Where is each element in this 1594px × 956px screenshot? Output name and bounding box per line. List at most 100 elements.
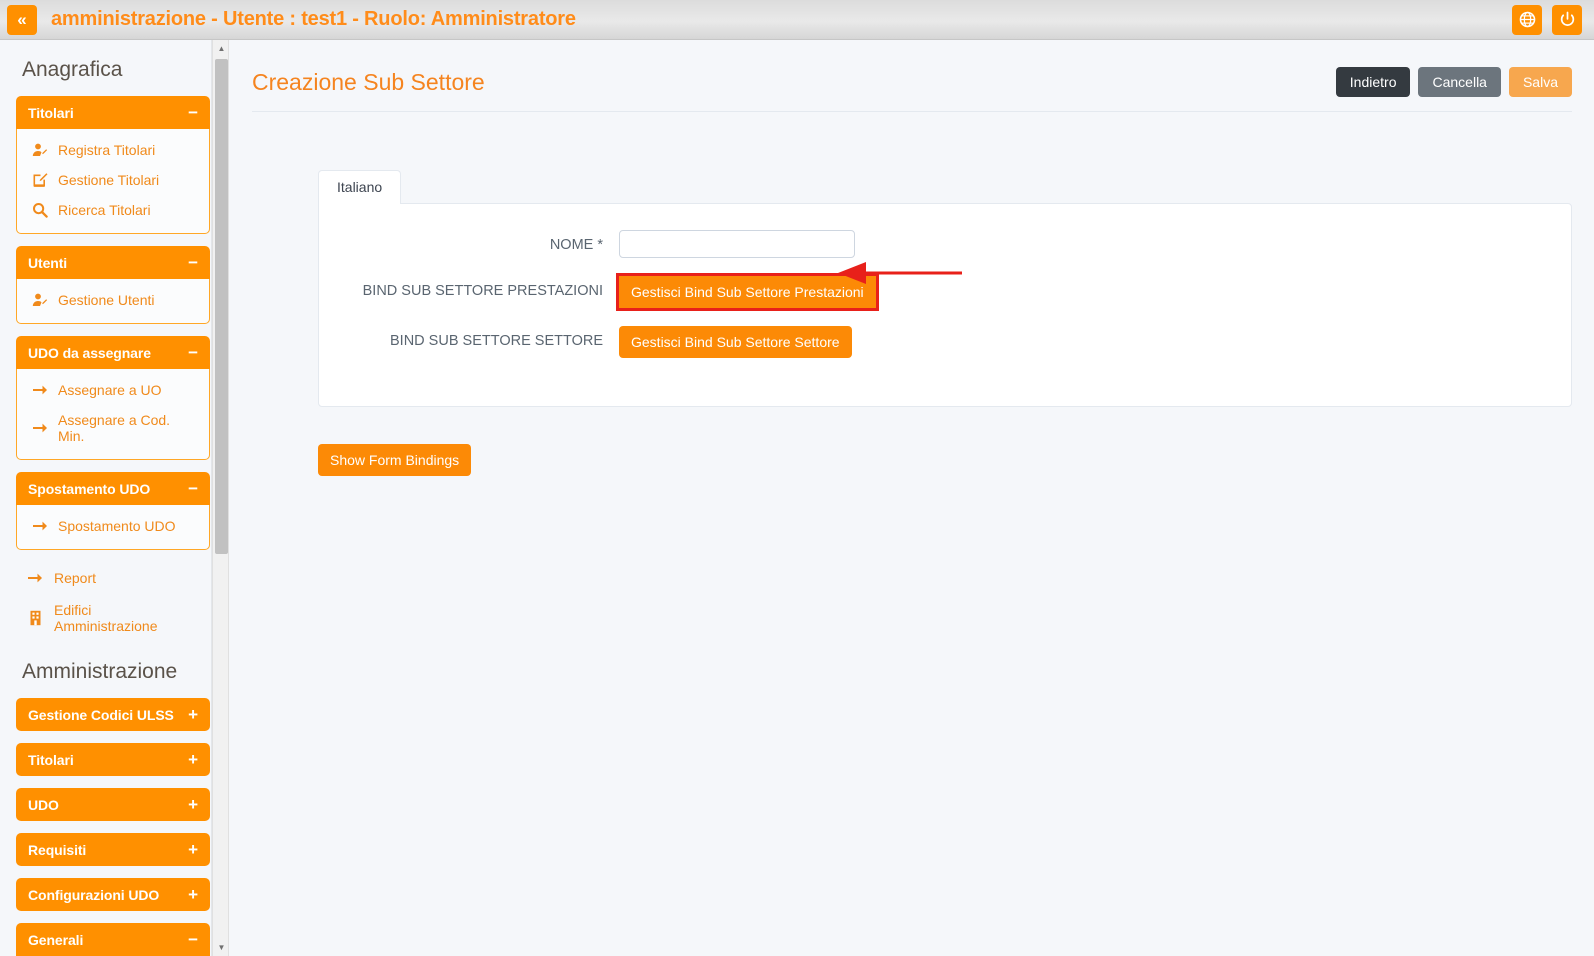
sidebar-item-gestione-titolari[interactable]: Gestione Titolari [17,165,209,195]
sidebar-panel-header-udo[interactable]: UDO + [16,788,210,821]
sidebar-panel-body-titolari: Registra Titolari Gestione Titolari Rice… [16,129,210,234]
sidebar-panel-header-utenti[interactable]: Utenti − [16,246,210,279]
logout-button[interactable] [1552,4,1582,35]
sidebar-item-label: Assegnare a UO [58,382,162,398]
sidebar-item-ricerca-titolari[interactable]: Ricerca Titolari [17,195,209,225]
sidebar-panel-label: Utenti [28,254,68,271]
chevron-double-left-icon: « [17,10,27,29]
form-label-bind-sub-settore-prestazioni: BIND SUB SETTORE PRESTAZIONI [362,283,603,299]
sidebar-panel-label: UDO da assegnare [28,344,151,361]
sidebar-panel-header-spostamento-udo[interactable]: Spostamento UDO − [16,472,210,505]
scroll-up-arrow[interactable]: ▲ [213,40,230,57]
sidebar-panel-label: Spostamento UDO [28,480,151,497]
sidebar-item-assegnare-a-cod-min[interactable]: Assegnare a Cod. Min. [17,405,209,451]
sidebar-panel-spostamento-udo: Spostamento UDO − Spostamento UDO [16,472,210,550]
sidebar-section-title-anagrafica: Anagrafica [22,58,123,81]
sidebar-panel-udo-da-assegnare: UDO da assegnare − Assegnare a UO Assegn… [16,336,210,460]
form-row-bind-sub-settore-prestazioni: BIND SUB SETTORE PRESTAZIONI Gestisci Bi… [319,273,1571,311]
arrow-right-icon [31,383,49,397]
page-action-buttons: Indietro Cancella Salva [1335,67,1572,97]
sidebar-panel-label: Requisiti [28,841,87,858]
globe-icon [1519,11,1535,28]
user-add-icon [31,292,49,308]
sidebar-panel-titolari: Titolari − Registra Titolari Gestione Ti… [16,96,210,234]
indietro-button[interactable]: Indietro [1335,67,1411,97]
sidebar-item-label: Report [54,570,97,586]
scroll-down-arrow[interactable]: ▼ [213,939,230,956]
sidebar-item-label: Registra Titolari [58,142,156,158]
sidebar-panel-header-titolari[interactable]: Titolari − [16,96,210,129]
gestisci-bind-sub-settore-settore-button[interactable]: Gestisci Bind Sub Settore Settore [619,326,852,358]
form-row-bind-sub-settore-settore: BIND SUB SETTORE SETTORE Gestisci Bind S… [319,326,1571,358]
form-field-bind-sub-settore-prestazioni: Gestisci Bind Sub Settore Prestazioni [616,273,1571,311]
sidebar-item-assegnare-a-uo[interactable]: Assegnare a UO [17,375,209,405]
cancella-button[interactable]: Cancella [1418,67,1501,97]
user-add-icon [31,142,49,158]
sidebar-panel-configurazioni-udo: Configurazioni UDO + [16,878,210,911]
minus-icon: − [188,343,198,362]
top-bar-actions [1512,4,1582,35]
salva-button[interactable]: Salva [1508,67,1572,97]
arrow-right-icon [26,571,44,585]
sidebar-panel-header-udo-da-assegnare[interactable]: UDO da assegnare − [16,336,210,369]
edit-square-icon [31,172,49,188]
sidebar-panel-header-requisiti[interactable]: Requisiti + [16,833,210,866]
sidebar-panel-udo: UDO + [16,788,210,821]
minus-icon: − [188,930,198,949]
form-card: NOME * BIND SUB SETTORE PRESTAZIONI Gest… [318,203,1572,407]
sidebar-panel-body-spostamento-udo: Spostamento UDO [16,505,210,550]
sidebar-scrollbar[interactable]: ▲ ▼ [212,40,229,956]
power-icon [1560,11,1574,26]
sidebar-panel-label: Gestione Codici ULSS [28,706,174,723]
building-icon [26,610,44,626]
plus-icon: + [188,840,198,859]
sidebar-panel-label: Configurazioni UDO [28,886,160,903]
sidebar-panel-header-generali[interactable]: Generali − [16,923,210,956]
app-title: amministrazione - Utente : test1 - Ruolo… [51,8,576,30]
page-title: Creazione Sub Settore [252,68,485,95]
nome-input[interactable] [619,230,855,258]
show-form-bindings-button[interactable]: Show Form Bindings [318,444,472,476]
gestisci-bind-sub-settore-prestazioni-button[interactable]: Gestisci Bind Sub Settore Prestazioni [616,273,879,311]
top-bar: « amministrazione - Utente : test1 - Ruo… [0,0,1594,40]
sidebar-section-title-amministrazione: Amministrazione [22,660,178,683]
sidebar-panel-label: UDO [28,796,59,813]
language-button[interactable] [1512,4,1542,35]
form-field-nome [619,230,1571,258]
sidebar-panel-header-gestione-codici-ulss[interactable]: Gestione Codici ULSS + [16,698,210,731]
sidebar-collapse-button[interactable]: « [7,4,37,35]
sidebar-item-registra-titolari[interactable]: Registra Titolari [17,135,209,165]
sidebar-item-spostamento-udo[interactable]: Spostamento UDO [17,511,209,541]
minus-icon: − [188,253,198,272]
sidebar-panel-label: Generali [28,931,84,948]
plus-icon: + [188,795,198,814]
sidebar-item-label: Gestione Titolari [58,172,160,188]
main-content: Creazione Sub Settore Indietro Cancella … [230,40,1594,956]
sidebar-panel-gestione-codici-ulss: Gestione Codici ULSS + [16,698,210,731]
arrow-right-icon [31,421,49,435]
sidebar-panel-utenti: Utenti − Gestione Utenti [16,246,210,324]
form-label-bind-sub-settore-settore: BIND SUB SETTORE SETTORE [390,333,603,349]
arrow-right-icon [31,519,49,533]
sidebar-item-label: Gestione Utenti [58,292,155,308]
plus-icon: + [188,885,198,904]
tab-italiano[interactable]: Italiano [318,170,402,204]
sidebar-panel-body-utenti: Gestione Utenti [16,279,210,324]
sidebar-item-label: Edifici Amministrazione [54,602,158,634]
scrollbar-thumb[interactable] [215,59,228,554]
plus-icon: + [188,750,198,769]
sidebar-item-gestione-utenti[interactable]: Gestione Utenti [17,285,209,315]
sidebar-item-edifici-amministrazione[interactable]: Edifici Amministrazione [8,594,205,642]
sidebar-item-label: Ricerca Titolari [58,202,151,218]
sidebar-panel-titolari-admin: Titolari + [16,743,210,776]
sidebar-content: Anagrafica Titolari − Registra Titolari [0,40,211,956]
sidebar-panel-header-configurazioni-udo[interactable]: Configurazioni UDO + [16,878,210,911]
sidebar-item-report[interactable]: Report [8,562,205,594]
sidebar-panel-requisiti: Requisiti + [16,833,210,866]
sidebar-item-label: Spostamento UDO [58,518,176,534]
sidebar-panel-header-titolari-admin[interactable]: Titolari + [16,743,210,776]
search-icon [31,202,49,218]
form-row-nome: NOME * [319,230,1571,258]
minus-icon: − [188,103,198,122]
sidebar-item-label: Assegnare a Cod. Min. [58,412,171,444]
